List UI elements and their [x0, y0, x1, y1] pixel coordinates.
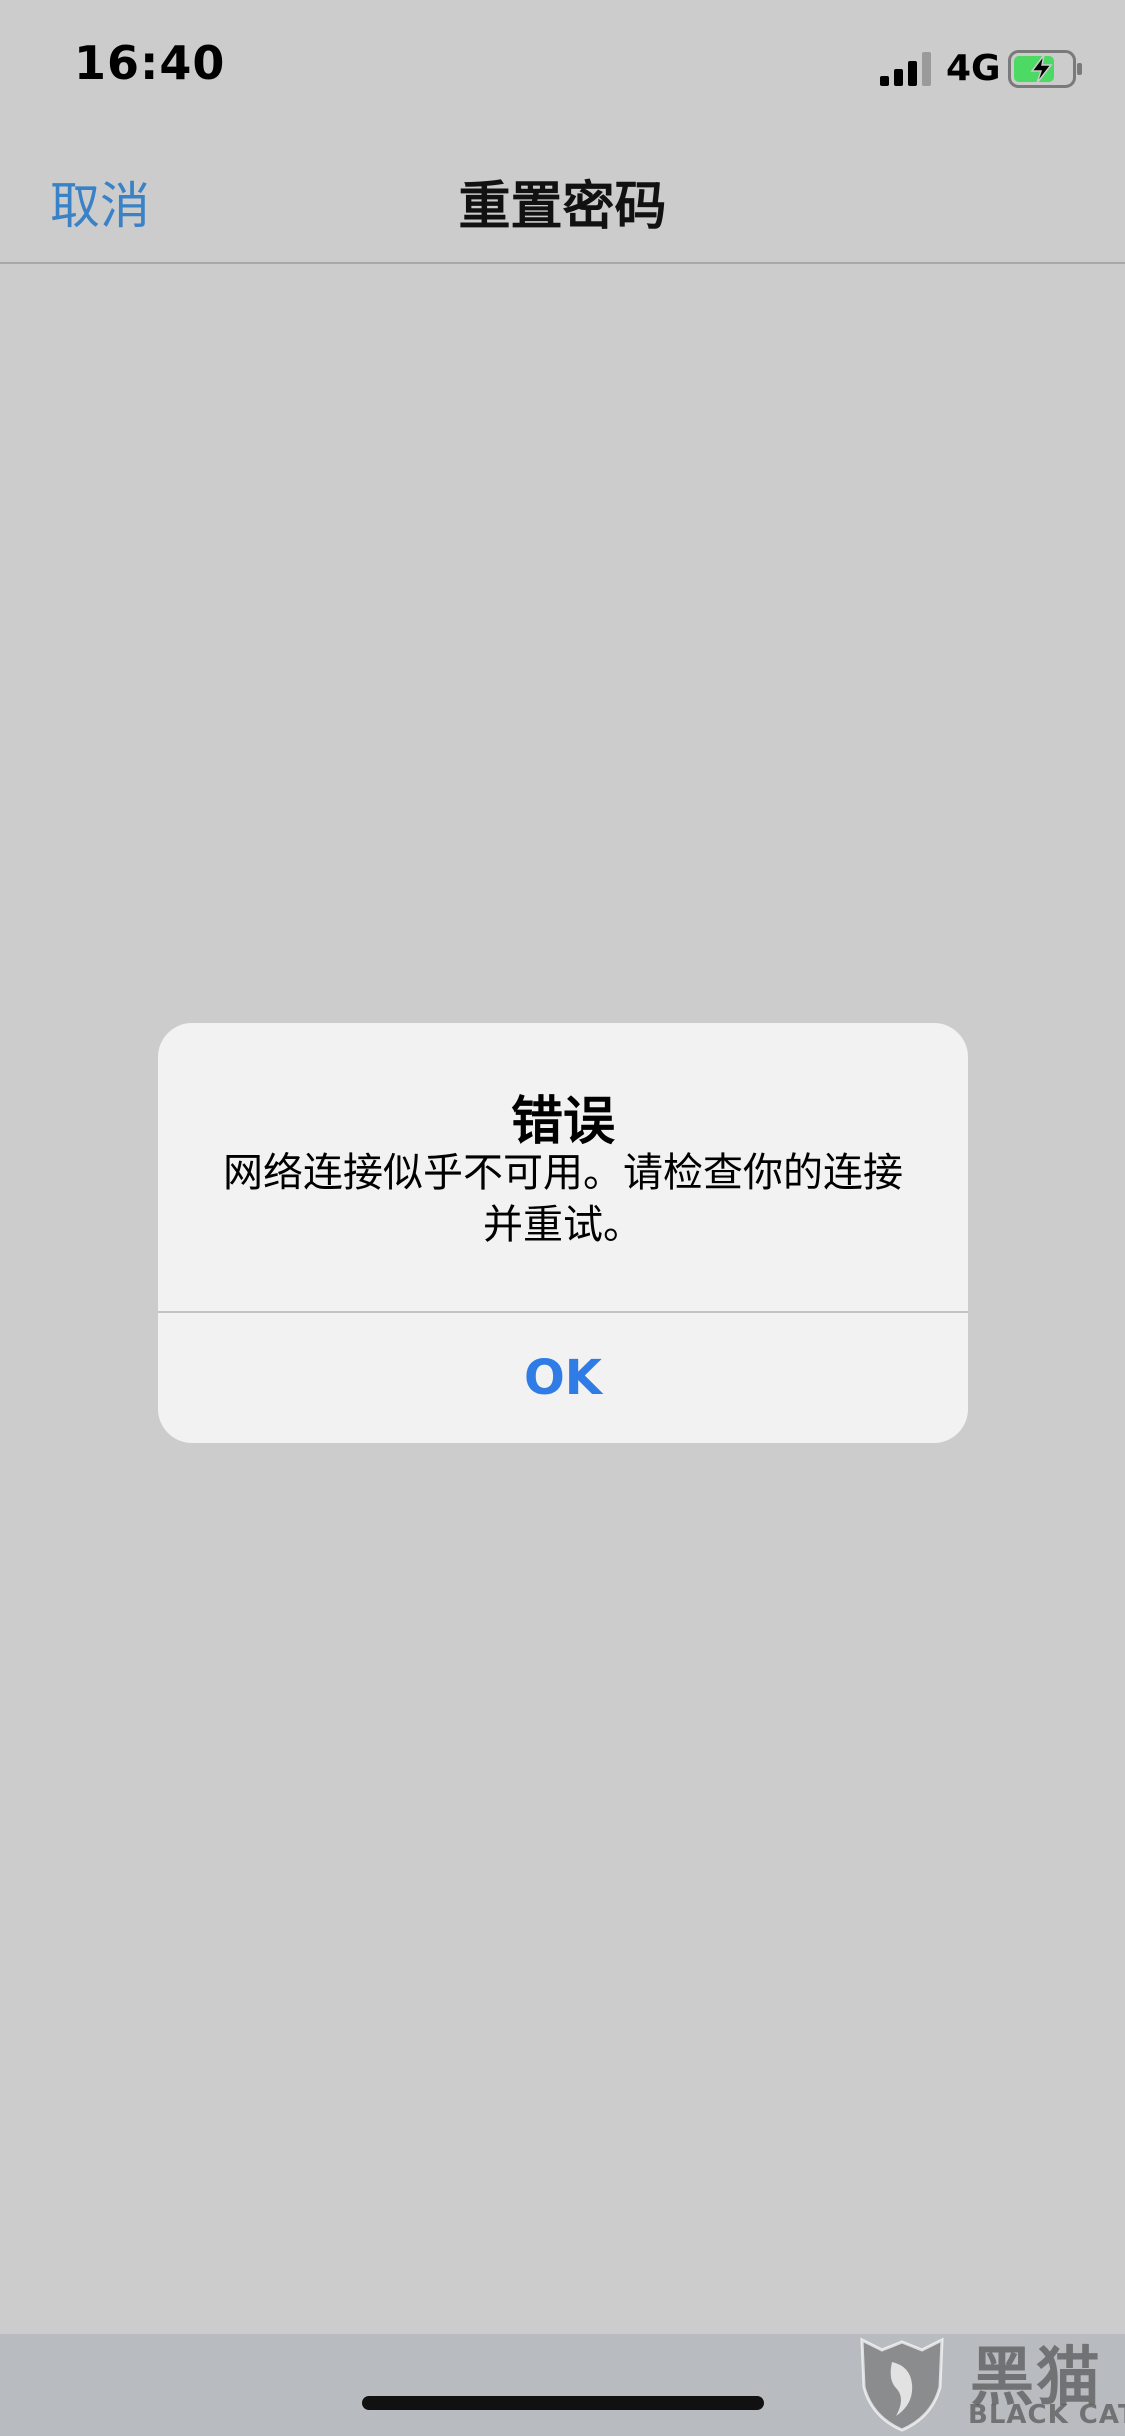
black-cat-shield-icon: [860, 2337, 944, 2432]
watermark: 黑猫 BLACK CAT: [852, 2320, 1125, 2436]
cellular-signal-icon: [880, 52, 931, 86]
navigation-bar: 取消 重置密码: [0, 132, 1125, 264]
error-alert-dialog: 错误 网络连接似乎不可用。请检查你的连接并重试。 OK: [158, 1023, 968, 1443]
page-title: 重置密码: [458, 177, 667, 237]
alert-message: 网络连接似乎不可用。请检查你的连接并重试。: [223, 1150, 903, 1248]
status-bar: 16:40 4G: [0, 0, 1125, 132]
watermark-text-en: BLACK CAT: [968, 2400, 1125, 2430]
battery-charging-icon: [1008, 50, 1082, 88]
alert-title: 错误: [510, 1092, 615, 1152]
status-time: 16:40: [74, 36, 226, 90]
ok-button[interactable]: OK: [158, 1313, 968, 1443]
home-indicator[interactable]: [362, 2396, 764, 2410]
network-type-label: 4G: [946, 48, 1001, 89]
